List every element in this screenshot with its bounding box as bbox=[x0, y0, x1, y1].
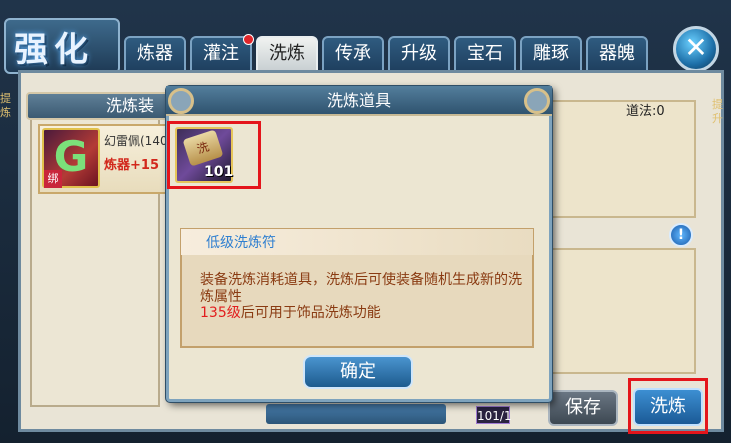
info-icon[interactable]: ! bbox=[669, 223, 693, 247]
batch-buttons[interactable] bbox=[266, 404, 446, 424]
level-requirement-text: 后可用于饰品洗炼功能 bbox=[240, 305, 381, 321]
tab-label: 灌注 bbox=[203, 43, 239, 64]
level-requirement: 135级 bbox=[200, 305, 241, 321]
tab-label: 炼器 bbox=[137, 43, 173, 64]
refine-button[interactable]: 洗炼 bbox=[633, 388, 703, 426]
item-count: 101 bbox=[204, 164, 234, 180]
tab-upgrade[interactable]: 升级 bbox=[388, 36, 450, 72]
equipment-list-header: 洗炼装 bbox=[26, 92, 176, 120]
item-counter: 101/1 bbox=[476, 406, 512, 424]
modal-title: 洗炼道具 bbox=[326, 91, 391, 110]
side-left-label: 提 炼 bbox=[0, 92, 11, 119]
tab-carve[interactable]: 雕琢 bbox=[520, 36, 582, 72]
tab-bar: 炼器 灌注 洗炼 传承 升级 宝石 雕琢 器魄 bbox=[124, 34, 652, 72]
item-name: 低级洗炼符 bbox=[206, 235, 276, 251]
attribute-panel-bottom bbox=[546, 248, 696, 374]
item-description: 装备洗炼消耗道具，洗炼后可使装备随机生成新的洗炼属性 bbox=[200, 272, 522, 305]
tab-label: 传承 bbox=[335, 43, 371, 64]
tab-gem[interactable]: 宝石 bbox=[454, 36, 516, 72]
tab-label: 宝石 bbox=[467, 43, 503, 64]
item-level-requirement: 135级后可用于饰品洗炼功能 bbox=[200, 305, 524, 323]
confirm-button[interactable]: 确定 bbox=[303, 355, 413, 389]
equipment-refine-level: 炼器+15 bbox=[104, 158, 159, 173]
close-button[interactable]: ✕ bbox=[673, 26, 719, 72]
window-title: 强化 bbox=[14, 30, 94, 70]
equipment-name: 幻雷佩(140 bbox=[104, 134, 168, 148]
tab-label: 雕琢 bbox=[533, 43, 569, 64]
side-right-label: 提 升 bbox=[712, 98, 723, 125]
tab-soul[interactable]: 器魄 bbox=[586, 36, 648, 72]
tab-infuse[interactable]: 灌注 bbox=[190, 34, 254, 72]
bound-tag: 绑 bbox=[44, 170, 62, 188]
notice-dot-icon bbox=[243, 34, 254, 45]
close-icon: ✕ bbox=[684, 31, 708, 64]
save-button[interactable]: 保存 bbox=[548, 390, 618, 426]
tab-inherit[interactable]: 传承 bbox=[322, 36, 384, 72]
tab-label: 升级 bbox=[401, 43, 437, 64]
daofa-label: 道法:0 bbox=[626, 104, 665, 119]
tab-refine-equip[interactable]: 炼器 bbox=[124, 36, 186, 72]
tab-wash[interactable]: 洗炼 bbox=[256, 36, 318, 72]
tab-label: 器魄 bbox=[599, 43, 635, 64]
tab-label: 洗炼 bbox=[269, 43, 305, 64]
